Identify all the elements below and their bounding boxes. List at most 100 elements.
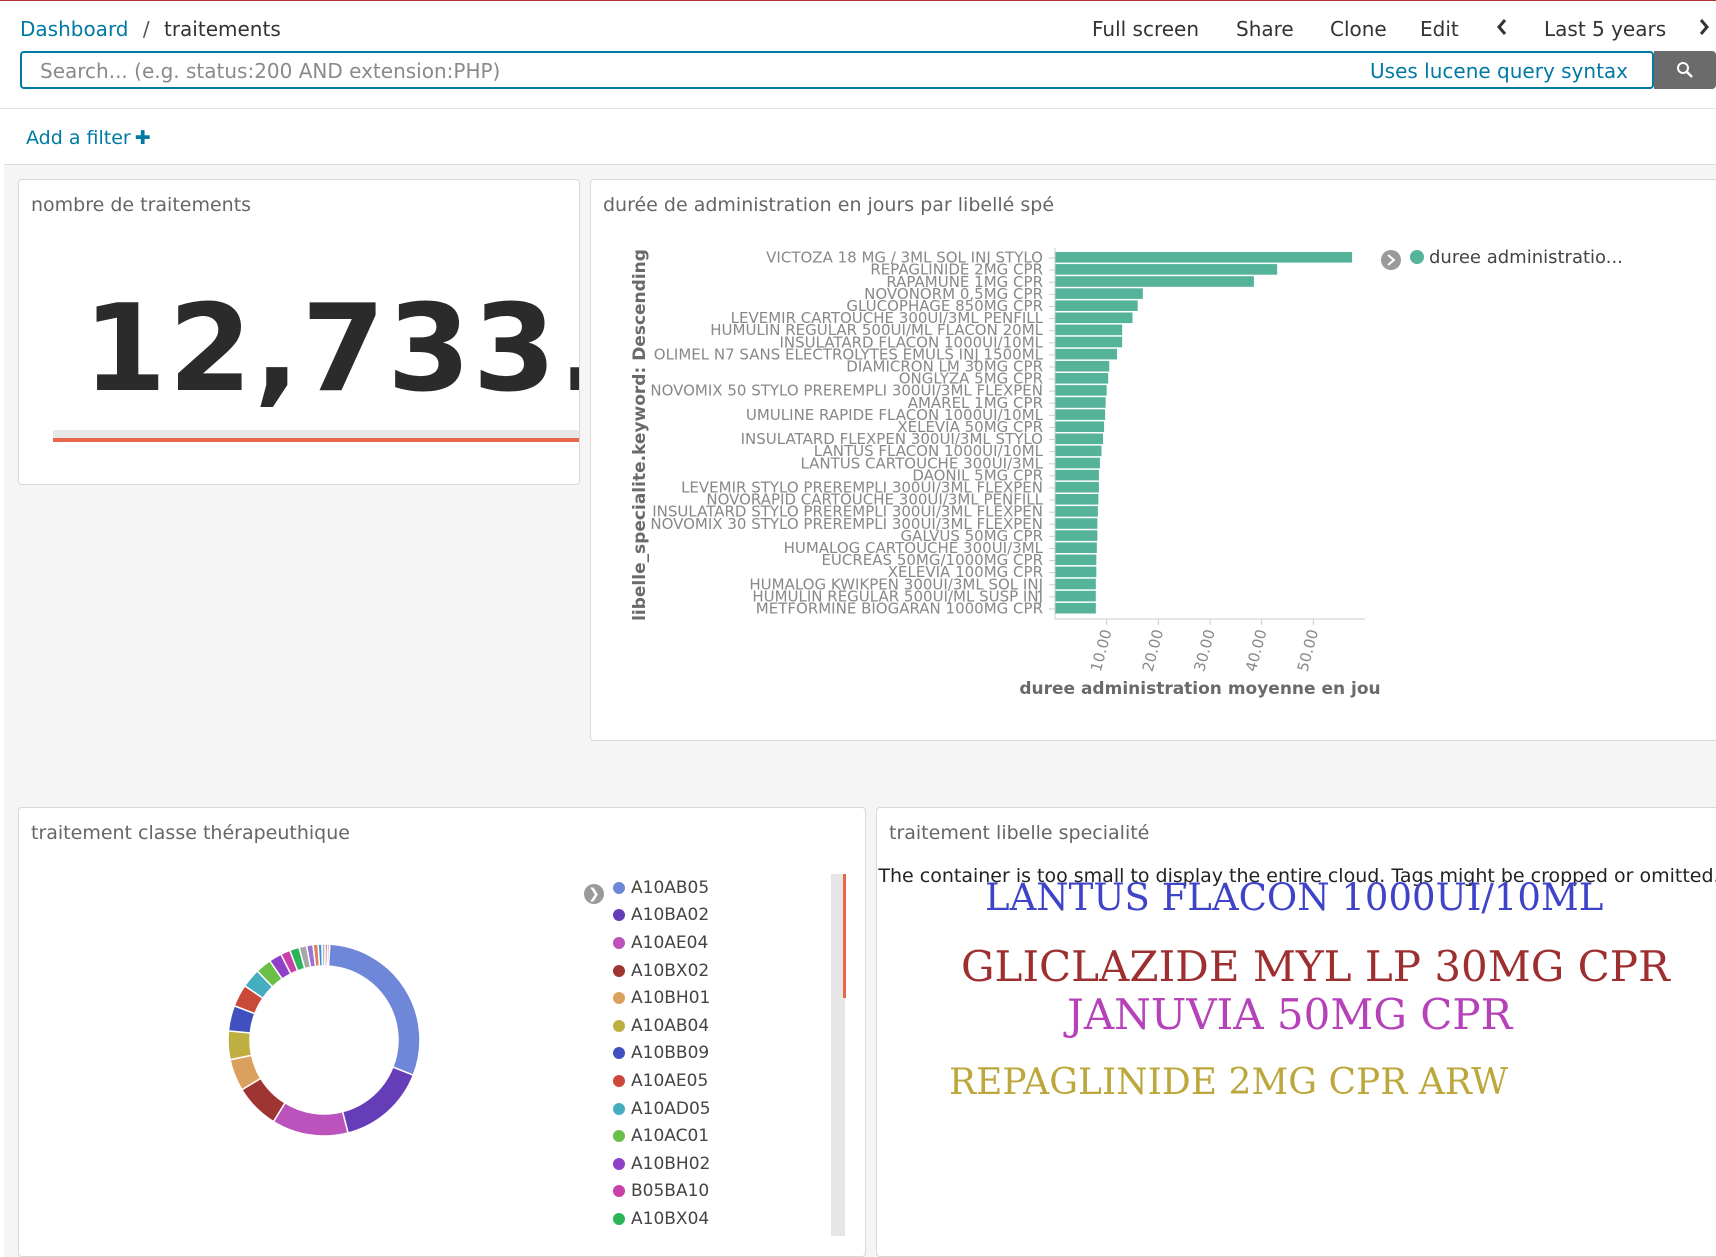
legend-swatch <box>613 881 625 894</box>
bar[interactable] <box>1055 469 1099 481</box>
legend-label: A10AD05 <box>631 1098 711 1119</box>
legend-swatch <box>613 1102 625 1115</box>
bar[interactable] <box>1055 530 1098 541</box>
share-button[interactable]: Share <box>1236 17 1294 41</box>
bar[interactable] <box>1055 421 1105 432</box>
search-icon <box>1677 62 1693 78</box>
bar[interactable] <box>1055 276 1254 287</box>
legend-item[interactable]: A10BB09 <box>613 1040 853 1068</box>
bar[interactable] <box>1055 252 1353 263</box>
bar[interactable] <box>1055 554 1097 566</box>
cloud-tag[interactable]: GLICLAZIDE MYL LP 30MG CPR <box>961 942 1670 991</box>
pie-slice[interactable] <box>326 943 331 967</box>
pie-slice[interactable] <box>327 943 421 1077</box>
legend-item[interactable]: B05BA10 <box>613 1178 853 1206</box>
bar-chart: VICTOZA 18 MG / 3ML SOL INJ STYLOREPAGLI… <box>630 247 1623 699</box>
pie-slice[interactable] <box>272 1101 349 1137</box>
breadcrumb: Dashboard / traitements <box>20 17 281 41</box>
edit-button[interactable]: Edit <box>1420 17 1459 41</box>
time-range-picker[interactable]: Last 5 years <box>1544 17 1666 41</box>
cloud-tag[interactable]: LANTUS FLACON 1000UI/10ML <box>985 876 1603 919</box>
search-box: Uses lucene query syntax <box>20 51 1654 89</box>
full-screen-button[interactable]: Full screen <box>1092 17 1199 41</box>
legend-item[interactable]: A10AB04 <box>613 1012 853 1040</box>
bar[interactable] <box>1055 506 1098 517</box>
bar[interactable] <box>1055 397 1106 408</box>
breadcrumb-dashboard-link[interactable]: Dashboard <box>20 17 129 41</box>
bar[interactable] <box>1055 542 1097 553</box>
legend-item[interactable]: A10BX04 <box>613 1205 853 1233</box>
pie-chart-panel: traitement classe thérapeuthique ❯ A10AB… <box>18 807 866 1257</box>
legend-label: A10BX02 <box>631 960 710 981</box>
pie-legend: A10AB05 A10BA02 A10AE04 A10BX02 A10BH01 A10AB… <box>613 874 853 1236</box>
bar[interactable] <box>1055 324 1123 336</box>
x-tick-label: 10.00 <box>1087 627 1116 673</box>
top-navigation-bar: Dashboard / traitements Full screen Shar… <box>0 0 1716 47</box>
search-input[interactable] <box>38 53 1342 89</box>
pie-slice[interactable] <box>227 1030 253 1061</box>
legend-scrollbar-thumb[interactable] <box>843 874 846 998</box>
legend-item[interactable]: A10AE04 <box>613 929 853 957</box>
legend-scrollbar[interactable] <box>831 874 846 1236</box>
bar[interactable] <box>1055 590 1096 602</box>
bar[interactable] <box>1055 457 1100 469</box>
bar[interactable] <box>1055 300 1138 311</box>
x-tick-label: 40.00 <box>1242 627 1271 673</box>
cloud-tag[interactable]: REPAGLINIDE 2MG CPR ARW <box>949 1062 1508 1103</box>
bar[interactable] <box>1055 494 1099 505</box>
bar[interactable] <box>1055 578 1096 590</box>
legend-item[interactable]: A10BH01 <box>613 984 853 1012</box>
legend-item[interactable]: A10AC01 <box>613 1122 853 1150</box>
bar[interactable] <box>1055 445 1102 457</box>
legend-item[interactable]: A10AB05 <box>613 874 853 902</box>
x-tick-label: 30.00 <box>1190 627 1219 673</box>
legend-swatch <box>613 1047 625 1060</box>
legend-swatch <box>613 992 625 1005</box>
bar[interactable] <box>1055 336 1123 348</box>
bar[interactable] <box>1055 433 1104 445</box>
panel-title: traitement libelle specialité <box>889 822 1150 844</box>
legend-label[interactable]: duree administratio... <box>1429 247 1623 268</box>
bar[interactable] <box>1055 602 1096 614</box>
bar[interactable] <box>1055 312 1133 324</box>
bar[interactable] <box>1055 518 1098 529</box>
lucene-syntax-link[interactable]: Uses lucene query syntax <box>1370 59 1628 83</box>
legend-item[interactable]: A10BA02 <box>613 902 853 930</box>
clone-button[interactable]: Clone <box>1330 17 1387 41</box>
bar[interactable] <box>1055 385 1107 396</box>
plus-icon: ✚ <box>134 127 151 149</box>
x-axis-title: duree administration moyenne en jou <box>1019 679 1380 699</box>
bar[interactable] <box>1055 288 1143 299</box>
bar[interactable] <box>1055 373 1109 384</box>
legend-label: B05BA10 <box>631 1181 710 1202</box>
legend-toggle-icon[interactable]: ❯ <box>584 884 604 904</box>
y-tick-label: METFORMINE BIOGARAN 1000MG CPR <box>756 600 1043 618</box>
search-submit-button[interactable] <box>1654 51 1716 89</box>
legend-label: A10BH01 <box>631 988 711 1009</box>
legend-swatch <box>613 1212 625 1225</box>
legend-item[interactable]: A10BH02 <box>613 1150 853 1178</box>
legend-toggle-icon[interactable] <box>1381 250 1401 270</box>
legend-item[interactable]: A10AD05 <box>613 1095 853 1123</box>
filter-bar: Add a filter ✚ <box>0 108 1716 165</box>
bar[interactable] <box>1055 481 1099 493</box>
legend-swatch <box>613 1185 625 1198</box>
bar[interactable] <box>1055 348 1117 360</box>
chevron-right-icon[interactable] <box>1696 15 1712 44</box>
tag-cloud-panel: traitement libelle specialité The contai… <box>876 807 1716 1257</box>
add-filter-button[interactable]: Add a filter ✚ <box>26 127 151 149</box>
pie-slice[interactable] <box>341 1066 415 1134</box>
x-tick-label: 50.00 <box>1294 627 1323 673</box>
legend-item[interactable]: A10BX02 <box>613 957 853 985</box>
bar[interactable] <box>1055 409 1106 420</box>
chevron-left-icon[interactable] <box>1494 15 1510 44</box>
bar[interactable] <box>1055 264 1278 275</box>
dashboard-grid: nombre de traitements 12,733.0 durée de … <box>4 164 1716 1257</box>
x-tick-label: 20.00 <box>1139 627 1168 673</box>
bar[interactable] <box>1055 566 1097 578</box>
legend-swatch <box>613 936 625 949</box>
bar-chart-panel: durée de administration en jours par lib… <box>590 179 1716 741</box>
bar[interactable] <box>1055 360 1110 372</box>
legend-item[interactable]: A10AE05 <box>613 1067 853 1095</box>
cloud-tag[interactable]: JANUVIA 50MG CPR <box>1067 990 1512 1039</box>
